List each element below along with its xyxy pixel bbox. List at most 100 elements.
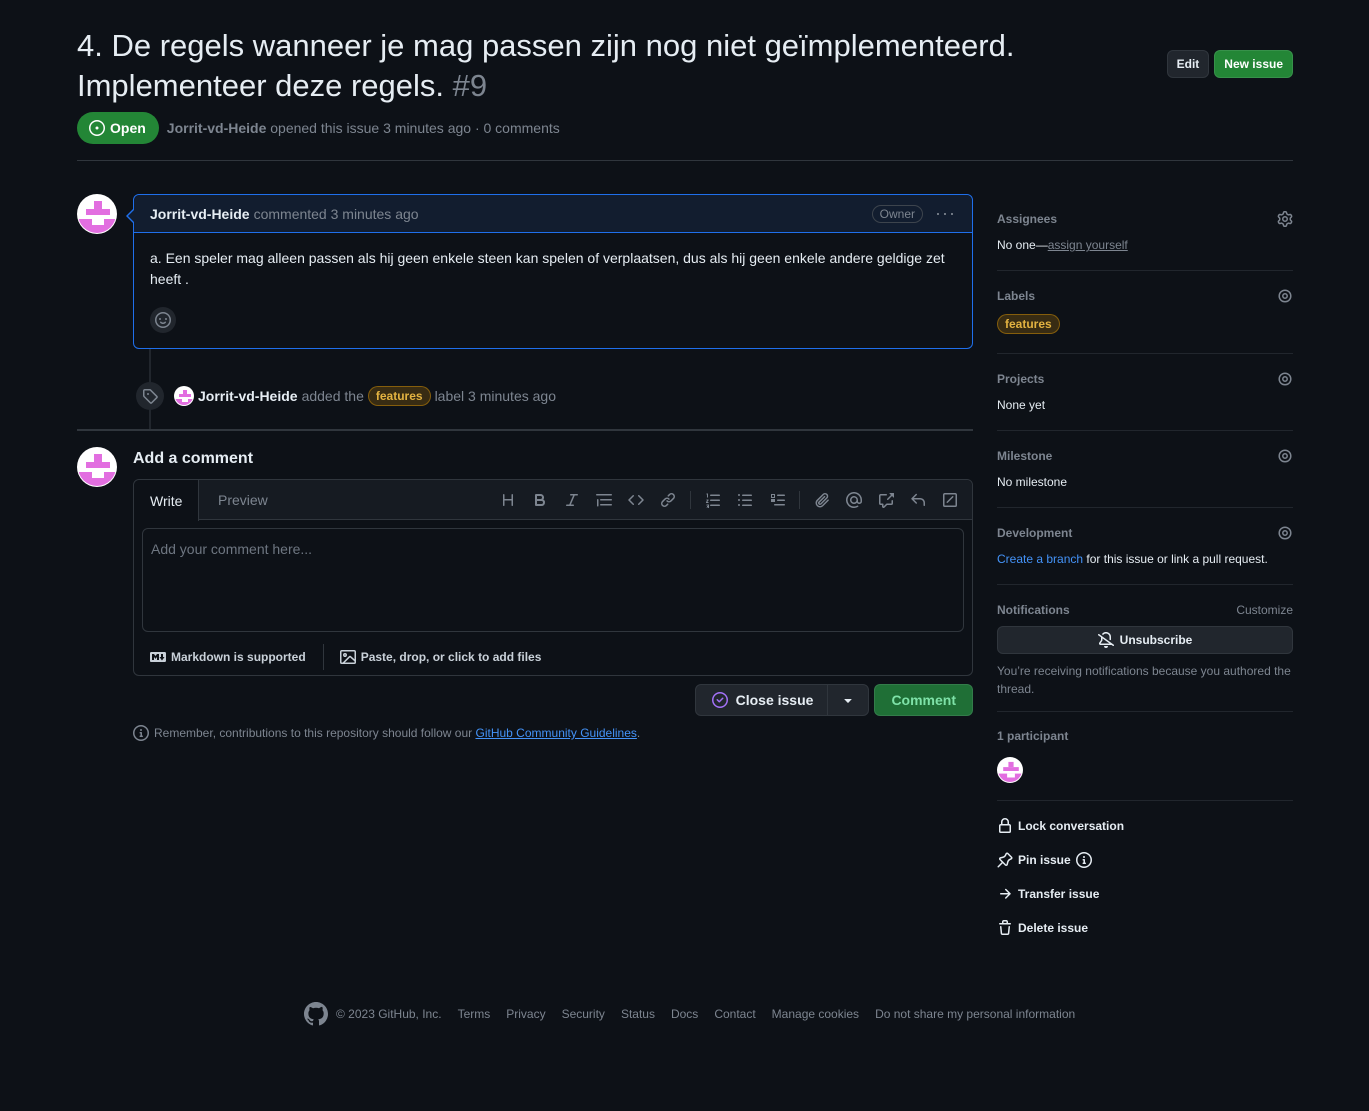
- comment-author[interactable]: Jorrit-vd-Heide: [150, 206, 250, 222]
- markdown-toolbar: [492, 480, 966, 520]
- participant-avatar[interactable]: [997, 757, 1023, 783]
- pin-issue-button[interactable]: Pin issue: [997, 852, 1092, 868]
- create-branch-link[interactable]: Create a branch: [997, 552, 1083, 566]
- footer-link-terms[interactable]: Terms: [458, 1007, 491, 1021]
- sidebar-label-features[interactable]: features: [997, 314, 1060, 334]
- comment-textarea[interactable]: Add your comment here...: [142, 528, 964, 632]
- sidebar-projects: Projects None yet: [997, 371, 1293, 431]
- lock-label: Lock conversation: [1018, 819, 1125, 833]
- assignees-heading: Assignees: [997, 212, 1058, 226]
- development-heading: Development: [997, 526, 1073, 540]
- page-footer: © 2023 GitHub, Inc. Terms Privacy Securi…: [304, 1002, 1075, 1026]
- unsubscribe-button[interactable]: Unsubscribe: [997, 626, 1293, 654]
- footer-link-contact[interactable]: Contact: [714, 1007, 755, 1021]
- assignees-value: No one—: [997, 238, 1048, 252]
- gear-icon[interactable]: [1277, 448, 1293, 464]
- edit-button[interactable]: Edit: [1166, 50, 1210, 78]
- sidebar-labels: Labels features: [997, 288, 1293, 354]
- gear-icon[interactable]: [1277, 525, 1293, 541]
- italic-icon[interactable]: [556, 484, 588, 516]
- timeline-divider: [77, 429, 973, 431]
- avatar[interactable]: [77, 194, 117, 234]
- guidelines-link[interactable]: GitHub Community Guidelines: [476, 726, 637, 740]
- link-icon[interactable]: [652, 484, 684, 516]
- event-avatar[interactable]: [174, 386, 194, 406]
- info-icon: [133, 725, 149, 741]
- unsubscribe-label: Unsubscribe: [1119, 633, 1193, 647]
- footer-link-security[interactable]: Security: [562, 1007, 605, 1021]
- mention-icon[interactable]: [838, 484, 870, 516]
- smiley-icon[interactable]: [150, 307, 176, 333]
- file-attach[interactable]: Paste, drop, or click to add files: [339, 649, 541, 665]
- gear-icon[interactable]: [1277, 288, 1293, 304]
- bold-icon[interactable]: [524, 484, 556, 516]
- info-icon[interactable]: [1075, 852, 1092, 868]
- gear-icon[interactable]: [1277, 371, 1293, 387]
- footer-link-docs[interactable]: Docs: [671, 1007, 698, 1021]
- projects-heading: Projects: [997, 372, 1045, 386]
- tab-write[interactable]: Write: [134, 480, 200, 521]
- toolbar-separator: [799, 491, 800, 509]
- close-issue-group: Close issue: [694, 684, 870, 716]
- heading-icon[interactable]: [492, 484, 524, 516]
- task-list-icon[interactable]: [761, 484, 793, 516]
- sidebar-participants: 1 participant: [997, 729, 1293, 801]
- close-issue-label: Close issue: [735, 692, 814, 708]
- slash-command-icon[interactable]: [934, 484, 966, 516]
- github-logo-icon[interactable]: [304, 1002, 328, 1026]
- gear-icon[interactable]: [1277, 211, 1293, 227]
- quote-icon[interactable]: [588, 484, 620, 516]
- code-icon[interactable]: [620, 484, 652, 516]
- markdown-supported[interactable]: Markdown is supported: [150, 649, 306, 665]
- issue-author-link[interactable]: Jorrit-vd-Heide: [167, 120, 267, 136]
- footer-link-status[interactable]: Status: [621, 1007, 655, 1021]
- pin-icon: [997, 852, 1013, 868]
- footer-link-manage-cookies[interactable]: Manage cookies: [772, 1007, 859, 1021]
- markdown-icon: [150, 649, 166, 665]
- bell-slash-icon: [1097, 632, 1114, 648]
- customize-link[interactable]: Customize: [1236, 603, 1293, 617]
- markdown-note: Markdown is supported: [171, 650, 306, 664]
- add-comment-title: Add a comment: [133, 450, 254, 467]
- unordered-list-icon[interactable]: [729, 484, 761, 516]
- transfer-issue-button[interactable]: Transfer issue: [997, 886, 1099, 902]
- sidebar-development: Development Create a branch for this iss…: [997, 525, 1293, 585]
- triangle-down-icon[interactable]: [828, 685, 868, 715]
- close-issue-button[interactable]: Close issue: [696, 685, 829, 715]
- status-label: Open: [110, 120, 146, 136]
- event-actor[interactable]: Jorrit-vd-Heide: [198, 388, 298, 404]
- labels-heading: Labels: [997, 289, 1036, 303]
- issue-meta: Open Jorrit-vd-Heide opened this issue 3…: [77, 112, 560, 144]
- new-issue-button[interactable]: New issue: [1214, 50, 1293, 78]
- event-label[interactable]: features: [367, 386, 431, 406]
- sidebar-assignees: Assignees No one—assign yourself: [997, 211, 1293, 271]
- lock-conversation-button[interactable]: Lock conversation: [997, 818, 1124, 834]
- arrow-right-icon: [997, 886, 1013, 902]
- editor-footer: Markdown is supported Paste, drop, or cl…: [134, 638, 972, 676]
- kebab-menu-icon[interactable]: ···: [935, 203, 956, 224]
- composer-avatar[interactable]: [77, 447, 117, 487]
- tab-preview[interactable]: Preview: [202, 480, 284, 520]
- sidebar-milestone: Milestone No milestone: [997, 448, 1293, 508]
- footer-copyright: © 2023 GitHub, Inc.: [336, 1007, 442, 1021]
- milestone-value: No milestone: [997, 475, 1068, 489]
- event-post: label 3 minutes ago: [434, 388, 556, 404]
- paperclip-icon[interactable]: [806, 484, 838, 516]
- timeline-label-event: Jorrit-vd-Heide added the features label…: [136, 382, 556, 410]
- footer-link-do-not-share[interactable]: Do not share my personal information: [875, 1007, 1075, 1021]
- comment-button[interactable]: Comment: [874, 684, 973, 716]
- projects-value: None yet: [997, 398, 1046, 412]
- pin-label: Pin issue: [1018, 853, 1071, 867]
- delete-issue-button[interactable]: Delete issue: [997, 920, 1088, 936]
- cross-reference-icon[interactable]: [870, 484, 902, 516]
- milestone-heading: Milestone: [997, 449, 1053, 463]
- header-actions: Edit New issue: [1166, 50, 1293, 78]
- tag-icon: [136, 382, 164, 410]
- footer-link-privacy[interactable]: Privacy: [506, 1007, 545, 1021]
- ordered-list-icon[interactable]: [697, 484, 729, 516]
- issue-closed-icon: [711, 692, 728, 708]
- guidelines-note: Remember, contributions to this reposito…: [133, 725, 640, 741]
- assign-yourself-link[interactable]: assign yourself: [1048, 238, 1128, 252]
- comment-editor: Write Preview Add your comment here... M…: [133, 479, 973, 676]
- reply-icon[interactable]: [902, 484, 934, 516]
